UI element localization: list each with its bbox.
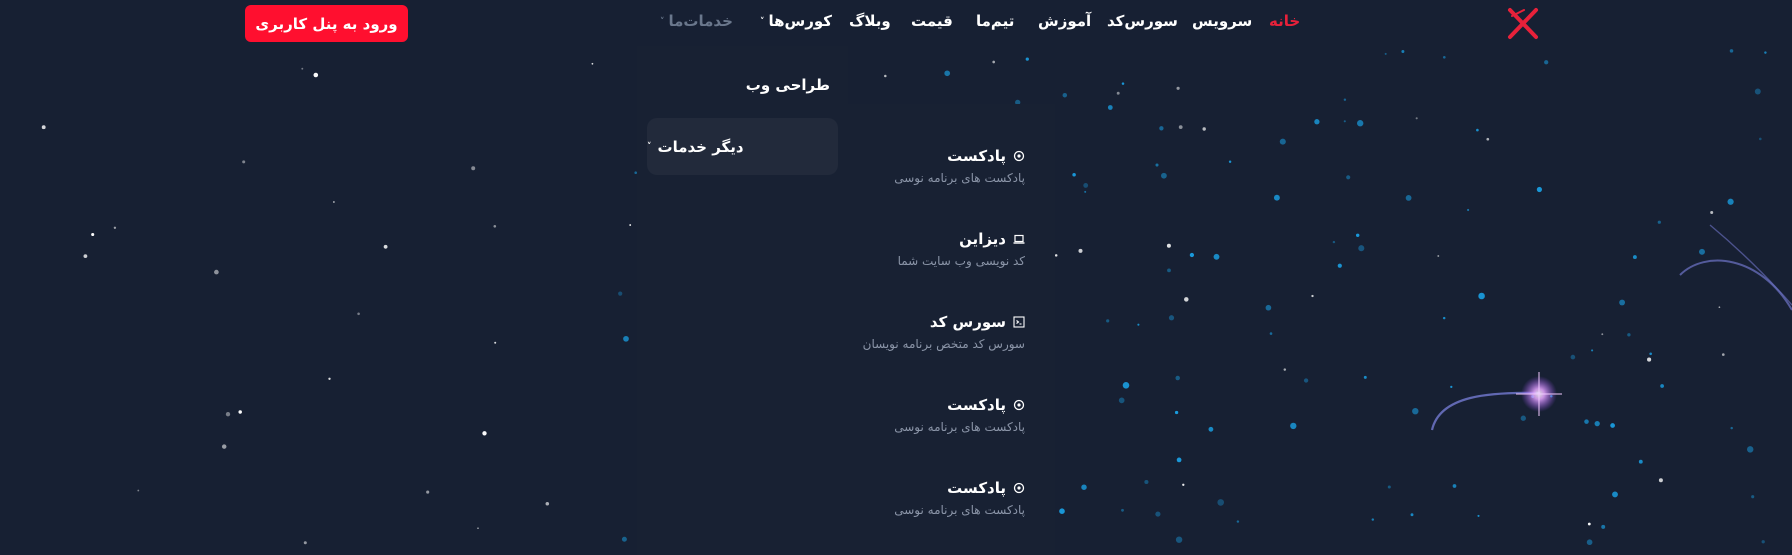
podcast-icon: [1013, 399, 1025, 411]
submenu-item-title: پادکست: [947, 396, 1006, 414]
submenu-item-title: دیزاین: [959, 230, 1006, 248]
podcast-icon: [1013, 482, 1025, 494]
submenu-item-title: پادکست: [947, 479, 1006, 497]
other-services-label: دیگر خدمات: [657, 137, 744, 156]
submenu-item-desc: سورس کد متخص برنامه نویسان: [862, 337, 1025, 351]
submenu-item[interactable]: پادکست پادکست های برنامه نوسی: [894, 479, 1025, 517]
submenu-item-desc: پادکست های برنامه نوسی: [894, 420, 1025, 434]
podcast-icon: [1013, 150, 1025, 162]
submenu-item-desc: پادکست های برنامه نوسی: [894, 171, 1025, 185]
submenu-item[interactable]: پادکست پادکست های برنامه نوسی: [894, 147, 1025, 185]
submenu-item[interactable]: پادکست پادکست های برنامه نوسی: [894, 396, 1025, 434]
chevron-down-icon: ˅: [647, 141, 652, 152]
nav-courses[interactable]: کورس‌ها˅: [760, 12, 832, 30]
top-navigation: خانه سرویس سورس‌کد آموزش تیم‌ما قیمت وبل…: [0, 0, 1792, 46]
nav-courses-label: کورس‌ها: [768, 12, 833, 30]
submenu-item-desc: پادکست های برنامه نوسی: [894, 503, 1025, 517]
nav-service[interactable]: سرویس: [1192, 12, 1252, 30]
nav-home[interactable]: خانه: [1269, 12, 1300, 30]
submenu-item-title: سورس کد: [929, 313, 1006, 331]
web-design-item[interactable]: طراحی وب: [746, 76, 830, 94]
submenu-item-desc: کد نویسی وب سایت شما: [897, 254, 1025, 268]
chevron-down-icon: ˅: [760, 16, 765, 27]
nav-education[interactable]: آموزش: [1038, 12, 1091, 30]
login-panel-button[interactable]: ورود به پنل کاربری: [245, 5, 408, 42]
nav-our-services-label: خدمات‌ما: [668, 12, 733, 30]
x-logo-icon[interactable]: [1506, 6, 1540, 40]
chevron-down-icon: ˅: [660, 16, 665, 27]
submenu-item-title: پادکست: [947, 147, 1006, 165]
nav-source-code[interactable]: سورس‌کد: [1107, 12, 1178, 30]
nav-our-services[interactable]: خدمات‌ما˅: [660, 12, 733, 30]
nav-team[interactable]: تیم‌ما: [976, 12, 1014, 30]
nav-price[interactable]: قیمت: [911, 12, 953, 30]
other-services-item[interactable]: دیگر خدمات ˅: [647, 118, 838, 175]
other-services-submenu: پادکست پادکست های برنامه نوسی دیزاین کد …: [848, 104, 1055, 555]
submenu-item[interactable]: سورس کد سورس کد متخص برنامه نویسان: [863, 313, 1025, 351]
laptop-icon: [1013, 233, 1025, 245]
nav-blog[interactable]: وبلاگ: [849, 12, 891, 30]
code-icon: [1013, 316, 1025, 328]
services-dropdown: طراحی وب دیگر خدمات ˅: [637, 46, 848, 555]
submenu-item[interactable]: دیزاین کد نویسی وب سایت شما: [898, 230, 1025, 268]
